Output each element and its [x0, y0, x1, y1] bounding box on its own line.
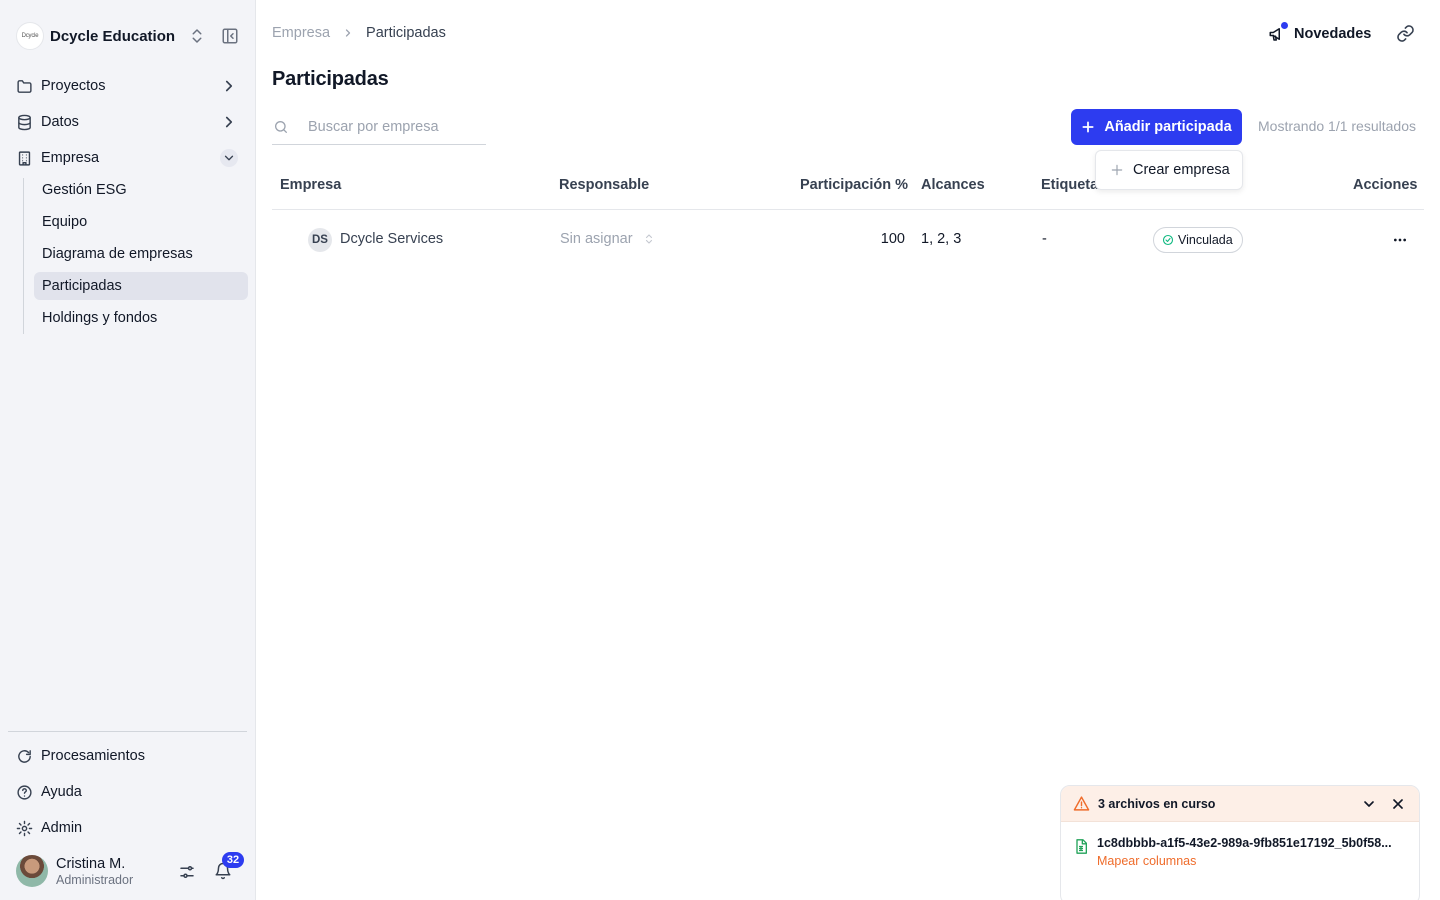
- table-row[interactable]: DS Dcycle Services Sin asignar 100 1, 2,…: [272, 212, 1424, 268]
- etiquetas-value: -: [1042, 231, 1047, 247]
- sidebar-item-diagrama[interactable]: Diagrama de empresas: [34, 240, 248, 268]
- sidebar-item-equipo[interactable]: Equipo: [34, 208, 248, 236]
- sidebar-divider: [8, 731, 247, 732]
- upload-panel-header: 3 archivos en curso: [1061, 786, 1419, 822]
- upload-panel-title: 3 archivos en curso: [1098, 796, 1216, 811]
- column-responsable: Responsable: [559, 177, 650, 193]
- sidebar: Dcycle Dcycle Education Proyectos Datos …: [0, 0, 256, 900]
- sidebar-collapse-icon[interactable]: [221, 27, 239, 45]
- org-logo: Dcycle: [16, 22, 44, 50]
- map-columns-link[interactable]: Mapear columnas: [1097, 854, 1196, 868]
- column-participacion: Participación %: [800, 177, 908, 193]
- help-icon: [16, 784, 33, 801]
- column-acciones: Acciones: [1353, 177, 1418, 193]
- column-empresa: Empresa: [280, 177, 342, 193]
- search-field[interactable]: [272, 109, 486, 145]
- chevron-down-icon[interactable]: [1361, 796, 1377, 812]
- sidebar-item-gestion-esg[interactable]: Gestión ESG: [34, 176, 248, 204]
- check-circle-icon: [1162, 234, 1174, 246]
- building-icon: [16, 150, 33, 167]
- company-name[interactable]: Dcycle Services: [340, 231, 443, 247]
- more-actions-icon[interactable]: [1391, 232, 1409, 248]
- warning-icon: [1073, 795, 1090, 812]
- sidebar-item-ayuda[interactable]: Ayuda: [8, 776, 248, 808]
- upload-file-name: 1c8dbbbb-a1f5-43e2-989a-9fb851e17192_5b0…: [1097, 836, 1392, 850]
- status-label: Vinculada: [1178, 233, 1233, 247]
- user-role: Administrador: [56, 873, 134, 887]
- sidebar-item-proyectos[interactable]: Proyectos: [8, 70, 248, 102]
- alcances-value: 1, 2, 3: [921, 231, 962, 247]
- user-profile[interactable]: Cristina M. Administrador 32: [16, 852, 246, 889]
- user-name: Cristina M.: [56, 856, 126, 872]
- gear-icon: [16, 820, 33, 837]
- empresa-subnav: Gestión ESG Equipo Diagrama de empresas …: [23, 178, 248, 334]
- chevrons-up-down-icon: [643, 232, 655, 246]
- add-participada-button[interactable]: Añadir participada: [1071, 109, 1242, 145]
- chevron-right-icon[interactable]: [220, 113, 238, 131]
- search-icon: [273, 119, 289, 135]
- notification-count-badge: 32: [222, 852, 244, 868]
- chevron-right-icon[interactable]: [220, 77, 238, 95]
- sidebar-item-participadas[interactable]: Participadas: [34, 272, 248, 300]
- refresh-icon: [16, 748, 33, 765]
- sidebar-item-empresa[interactable]: Empresa: [8, 142, 248, 174]
- chevrons-up-down-icon[interactable]: [188, 26, 206, 46]
- avatar[interactable]: [16, 855, 48, 887]
- participation-value: 100: [880, 231, 905, 247]
- table-header: Empresa Responsable Participación % Alca…: [272, 172, 1424, 210]
- close-icon[interactable]: [1390, 796, 1406, 812]
- unread-dot: [1281, 22, 1288, 29]
- sidebar-item-procesamientos[interactable]: Procesamientos: [8, 740, 248, 772]
- sidebar-item-admin[interactable]: Admin: [8, 812, 248, 844]
- spreadsheet-file-icon: [1073, 838, 1089, 855]
- plus-icon: [1110, 163, 1124, 177]
- sidebar-item-label: Procesamientos: [41, 748, 145, 764]
- add-participada-label: Añadir participada: [1104, 119, 1232, 135]
- crear-empresa-label: Crear empresa: [1133, 162, 1230, 178]
- status-badge: Vinculada: [1153, 227, 1243, 253]
- breadcrumb: Empresa Participadas: [272, 25, 446, 41]
- sidebar-item-label: Proyectos: [41, 78, 106, 94]
- sidebar-item-holdings[interactable]: Holdings y fondos: [34, 304, 248, 332]
- sidebar-item-label: Ayuda: [41, 784, 82, 800]
- link-icon[interactable]: [1396, 24, 1415, 43]
- breadcrumb-empresa[interactable]: Empresa: [272, 25, 330, 41]
- column-alcances: Alcances: [921, 177, 985, 193]
- sidebar-item-label: Admin: [41, 820, 83, 836]
- company-initials-avatar: DS: [308, 228, 332, 252]
- sidebar-item-datos[interactable]: Datos: [8, 106, 248, 138]
- upload-progress-panel: 3 archivos en curso 1c8dbbbb-a1f5-43e2-9…: [1060, 785, 1420, 900]
- sidebar-item-label: Empresa: [41, 150, 100, 166]
- database-icon: [16, 114, 33, 131]
- responsable-value: Sin asignar: [560, 231, 633, 247]
- megaphone-icon: [1268, 22, 1288, 43]
- breadcrumb-participadas: Participadas: [366, 25, 446, 41]
- results-count: Mostrando 1/1 resultados: [1258, 118, 1416, 134]
- plus-icon: [1081, 120, 1095, 134]
- column-etiquetas: Etiqueta: [1041, 177, 1099, 193]
- folder-icon: [16, 78, 33, 95]
- novedades-label: Novedades: [1294, 26, 1372, 42]
- novedades-button[interactable]: Novedades: [1268, 22, 1371, 46]
- upload-file-item: 1c8dbbbb-a1f5-43e2-989a-9fb851e17192_5b0…: [1073, 836, 1409, 872]
- chevron-down-icon[interactable]: [220, 149, 238, 167]
- org-name: Dcycle Education: [50, 27, 176, 45]
- sidebar-item-label: Datos: [41, 114, 79, 130]
- chevron-right-icon: [342, 27, 354, 39]
- crear-empresa-menu-item[interactable]: Crear empresa: [1095, 150, 1243, 190]
- page-title: Participadas: [272, 68, 389, 90]
- sliders-icon[interactable]: [178, 863, 196, 881]
- responsable-select[interactable]: Sin asignar: [560, 231, 655, 247]
- org-switcher[interactable]: Dcycle Dcycle Education: [16, 22, 244, 50]
- search-input[interactable]: [308, 118, 478, 135]
